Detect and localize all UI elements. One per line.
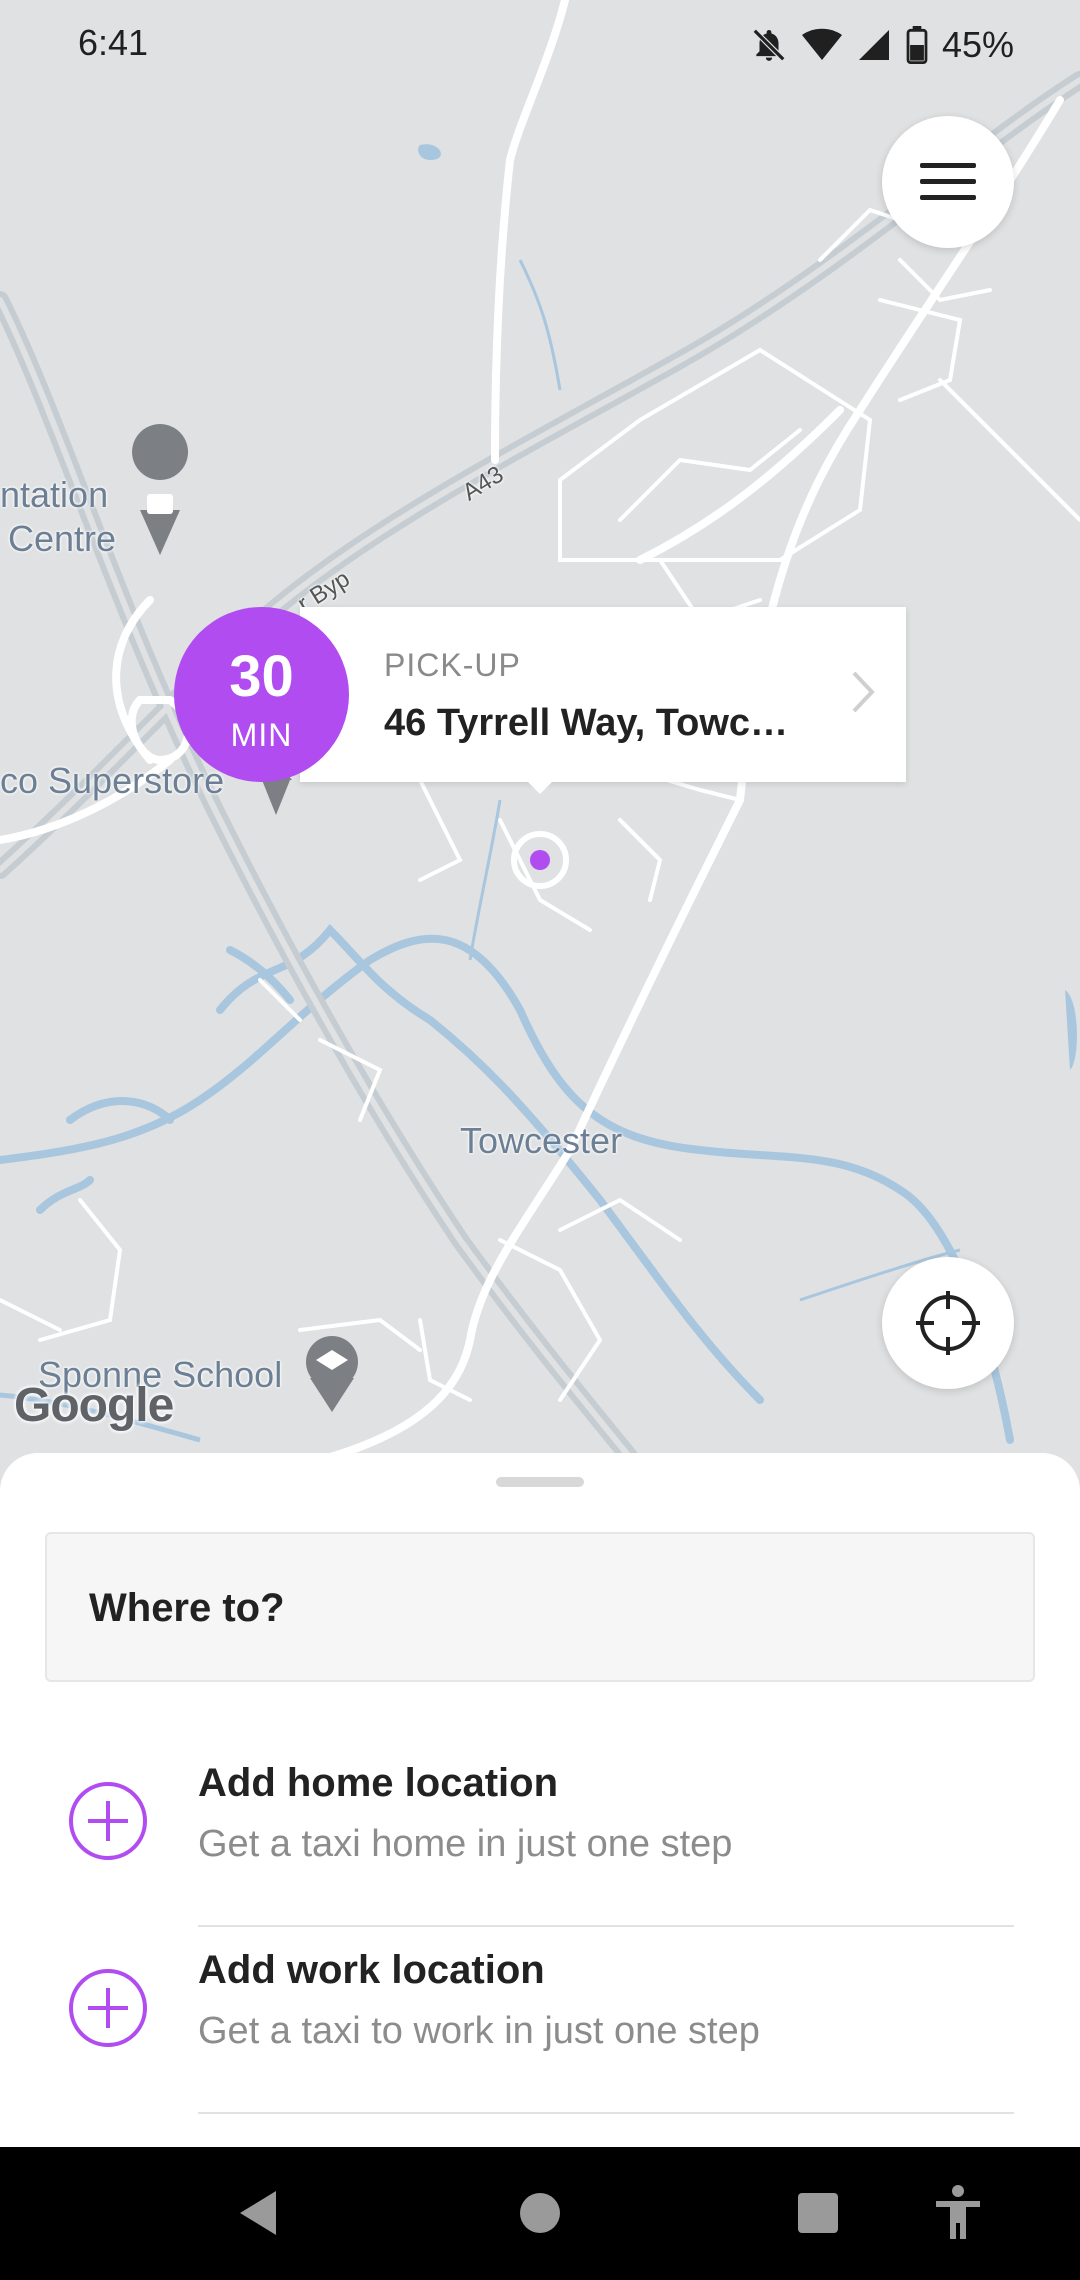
shopping-poi-icon <box>132 424 189 555</box>
pickup-label: PICK-UP <box>384 647 521 683</box>
my-location-button[interactable] <box>882 1257 1014 1389</box>
chevron-right-icon <box>852 671 875 713</box>
work-location-title: Add work location <box>198 1948 545 1992</box>
search-placeholder: Where to? <box>89 1586 285 1630</box>
google-attribution: Google <box>14 1379 174 1432</box>
status-time: 6:41 <box>78 22 149 63</box>
destination-search-field[interactable]: Where to? <box>45 1532 1035 1682</box>
map-label-centre: Centre <box>8 518 117 559</box>
eta-unit: MIN <box>230 717 293 753</box>
wifi-icon <box>801 28 842 60</box>
eta-value: 30 <box>229 644 294 709</box>
home-icon[interactable] <box>510 2183 570 2243</box>
crosshair-icon <box>916 1291 980 1355</box>
home-location-subtitle: Get a taxi home in just one step <box>198 1823 733 1865</box>
battery-icon <box>906 26 928 64</box>
map-label-plantation: ntation <box>0 474 109 515</box>
sheet-drag-handle[interactable] <box>496 1477 584 1487</box>
map-label-superstore: co Superstore <box>0 760 225 801</box>
pickup-address: 46 Tyrrell Way, Towc… <box>384 702 789 744</box>
add-circle-icon <box>69 1969 147 2047</box>
bottom-sheet: Where to? Add home location Get a taxi h… <box>0 1453 1080 2147</box>
system-navigation-bar <box>0 2147 1080 2280</box>
pickup-card[interactable]: PICK-UP 46 Tyrrell Way, Towc… <box>300 607 906 782</box>
eta-badge: 30 MIN <box>174 607 349 782</box>
recents-icon[interactable] <box>788 2183 848 2243</box>
home-location-title: Add home location <box>198 1761 558 1805</box>
pickup-location-pin <box>508 828 572 892</box>
add-circle-icon <box>69 1782 147 1860</box>
menu-button[interactable] <box>882 116 1014 248</box>
bell-off-icon <box>752 28 786 62</box>
divider <box>198 2112 1014 2114</box>
accessibility-icon[interactable] <box>928 2183 988 2243</box>
pickup-card-pointer <box>526 780 554 794</box>
add-home-location-item[interactable]: Add home location Get a taxi home in jus… <box>0 1739 1080 1927</box>
work-location-subtitle: Get a taxi to work in just one step <box>198 2010 760 2052</box>
status-bar: 6:41 45% <box>0 0 1080 90</box>
battery-percentage: 45% <box>941 24 1014 65</box>
hamburger-menu-icon <box>920 163 976 200</box>
status-icons: 45% <box>750 20 1014 70</box>
cell-signal-icon <box>858 30 889 60</box>
back-icon[interactable] <box>230 2183 290 2243</box>
map-label-towcester: Towcester <box>460 1120 623 1161</box>
school-poi-icon <box>306 1336 358 1412</box>
add-work-location-item[interactable]: Add work location Get a taxi to work in … <box>0 1926 1080 2114</box>
